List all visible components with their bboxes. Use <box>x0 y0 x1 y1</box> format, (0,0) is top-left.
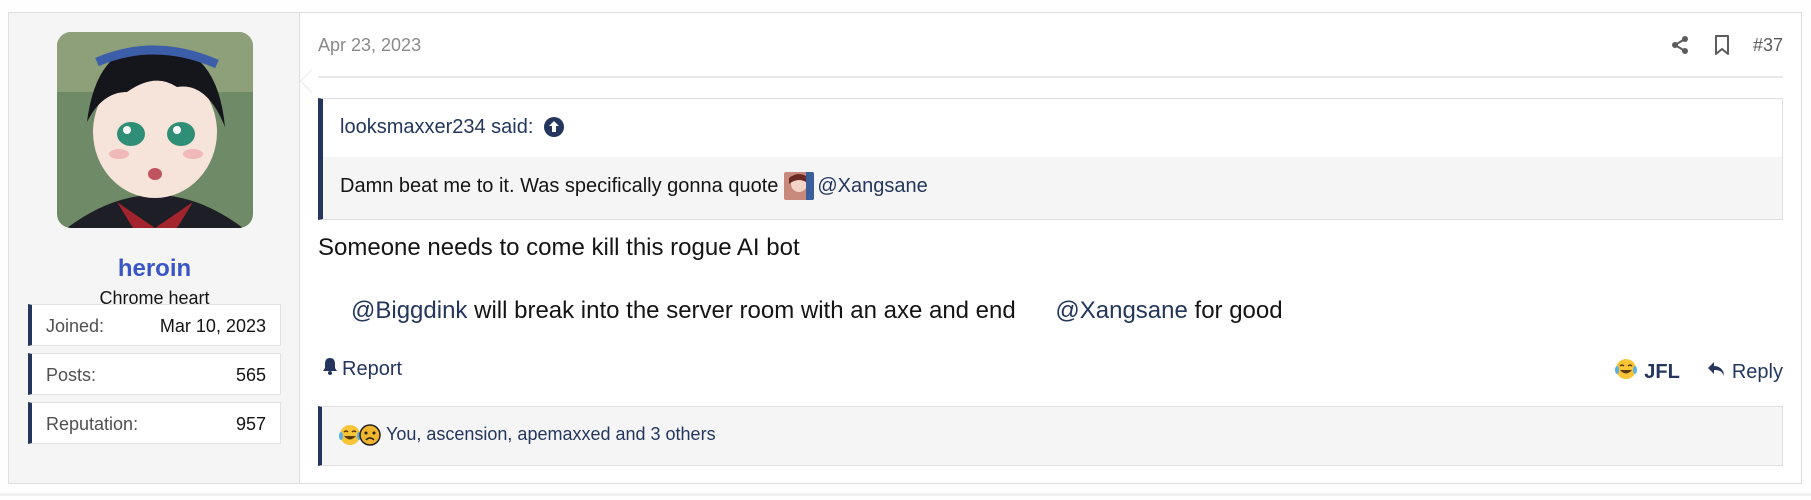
stat-value: 957 <box>235 414 266 434</box>
reactions-bar: You, ascension, apemaxxed and 3 others <box>318 406 1783 466</box>
stat-posts: Posts: 565 <box>28 353 281 395</box>
stat-reputation: Reputation: 957 <box>28 402 281 444</box>
share-icon[interactable] <box>1669 33 1691 57</box>
user-sidebar: heroin Chrome heart Joined: Mar 10, 2023… <box>9 13 312 483</box>
avatar[interactable] <box>57 32 253 228</box>
mention-avatar <box>1022 297 1052 325</box>
jfl-reaction-button[interactable]: JFL <box>1614 357 1680 387</box>
reply-label: Reply <box>1731 360 1783 383</box>
quote-header: looksmaxxer234 said: <box>323 99 1782 157</box>
sad-face-emoji-icon <box>358 423 382 452</box>
quote-text: Damn beat me to it. Was specifically gon… <box>340 174 779 197</box>
jfl-label: JFL <box>1644 360 1680 383</box>
crying-laughing-emoji-icon <box>1614 357 1638 387</box>
reactions-list-link[interactable]: You, ascension, apemaxxed and 3 others <box>386 424 716 445</box>
quote-text-line: Damn beat me to it. Was specifically gon… <box>340 172 928 200</box>
quote-block: looksmaxxer234 said: Damn beat me to it.… <box>318 98 1783 220</box>
post-header-actions: #37 <box>1669 33 1783 57</box>
bookmark-icon[interactable] <box>1711 33 1733 57</box>
mention-link[interactable]: @Biggdink <box>351 297 467 325</box>
post-main: Apr 23, 2023 #37 looksmaxxer234 said: Da… <box>300 13 1801 483</box>
message-text: for good <box>1187 297 1283 324</box>
stat-value: 565 <box>235 365 266 385</box>
stat-value: Mar 10, 2023 <box>159 316 266 336</box>
message-line-2: @Biggdink will break into the server roo… <box>318 297 1283 325</box>
stat-joined: Joined: Mar 10, 2023 <box>28 304 281 346</box>
arrow-up-circle-icon[interactable] <box>543 116 565 143</box>
post-card: heroin Chrome heart Joined: Mar 10, 2023… <box>8 12 1802 484</box>
username[interactable]: heroin <box>9 255 300 283</box>
mention-link[interactable]: @Xangsane <box>817 175 927 198</box>
post-date[interactable]: Apr 23, 2023 <box>318 35 421 56</box>
mention-avatar <box>318 297 348 325</box>
reaction-emojis <box>338 423 381 452</box>
post-actions: JFL Reply <box>1614 357 1783 387</box>
report-label: Report <box>342 357 403 380</box>
mention-link[interactable]: @Xangsane <box>1055 297 1187 325</box>
mention-avatar <box>784 172 815 200</box>
stat-label: Joined: <box>46 316 105 336</box>
header-divider <box>318 76 1783 78</box>
quote-body: Damn beat me to it. Was specifically gon… <box>323 157 1782 219</box>
report-button[interactable]: Report <box>322 357 402 381</box>
reply-arrow-icon <box>1706 360 1726 384</box>
footer-divider <box>0 493 1811 496</box>
message-line-1: Someone needs to come kill this rogue AI… <box>318 234 800 261</box>
quote-author[interactable]: looksmaxxer234 said: <box>340 116 533 139</box>
post-number[interactable]: #37 <box>1753 35 1783 56</box>
message-text: will break into the server room with an … <box>467 297 1023 324</box>
stat-label: Posts: <box>46 365 97 385</box>
bell-icon <box>322 357 338 381</box>
reply-button[interactable]: Reply <box>1706 360 1783 384</box>
stat-label: Reputation: <box>46 414 139 434</box>
